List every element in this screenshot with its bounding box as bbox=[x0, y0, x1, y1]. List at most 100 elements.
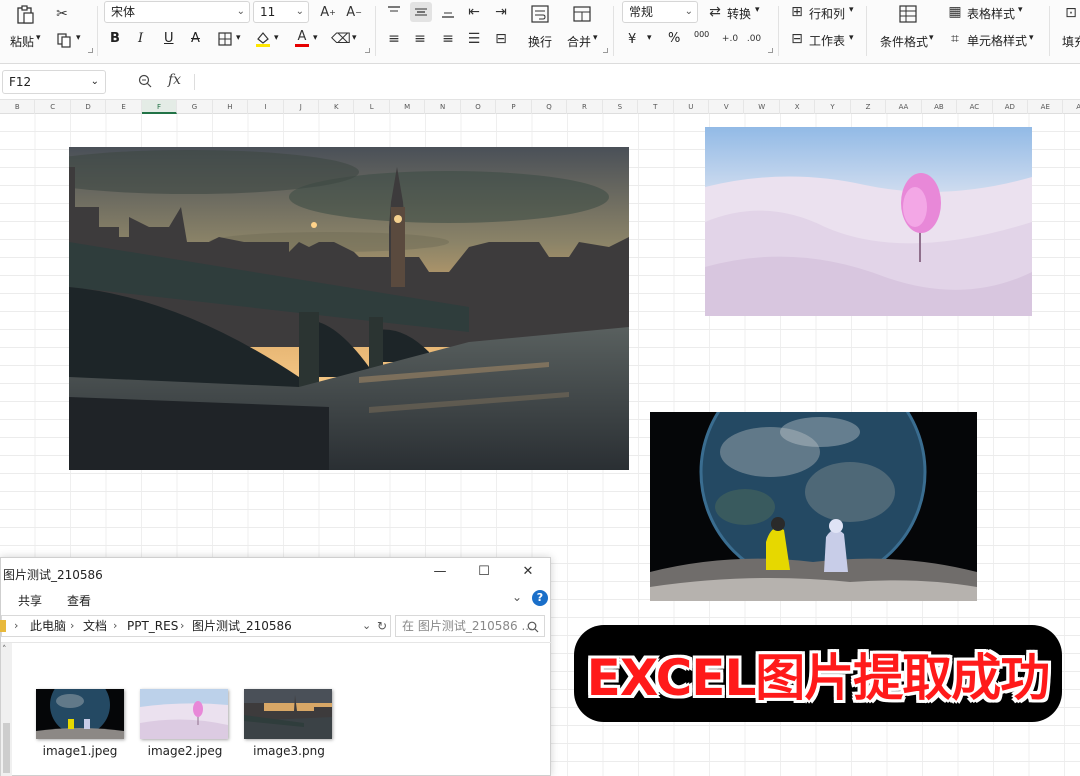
fill-color-dropdown-icon[interactable]: ▾ bbox=[274, 33, 279, 43]
font-name-select[interactable]: 宋体 ⌄ bbox=[104, 1, 250, 23]
merge-dropdown-icon[interactable]: ▾ bbox=[593, 33, 598, 43]
cell-style-dropdown-icon[interactable]: ▾ bbox=[1029, 33, 1034, 43]
column-header-ac[interactable]: AC bbox=[957, 100, 993, 114]
conditional-format-dropdown-icon[interactable]: ▾ bbox=[929, 33, 934, 43]
cell-style-button[interactable]: 单元格样式 bbox=[967, 32, 1027, 49]
column-header-q[interactable]: Q bbox=[532, 100, 568, 114]
paste-button[interactable]: 粘贴 bbox=[10, 33, 34, 50]
breadcrumb-current-folder[interactable]: 图片测试_210586 bbox=[192, 616, 292, 636]
currency-dropdown-icon[interactable]: ▾ bbox=[647, 33, 652, 43]
convert-button[interactable]: 转换 bbox=[727, 5, 751, 22]
column-header-g[interactable]: G bbox=[177, 100, 213, 114]
worksheet-button[interactable]: 工作表 bbox=[809, 32, 845, 49]
scrollbar[interactable]: ˄ bbox=[1, 643, 12, 776]
column-header-k[interactable]: K bbox=[319, 100, 355, 114]
justify-icon[interactable]: ☰ bbox=[464, 30, 484, 48]
column-header-m[interactable]: M bbox=[390, 100, 426, 114]
number-format-select[interactable]: 常规 ⌄ bbox=[622, 1, 698, 23]
column-header-n[interactable]: N bbox=[425, 100, 461, 114]
fx-icon[interactable]: fx bbox=[168, 72, 181, 88]
column-header-l[interactable]: L bbox=[355, 100, 390, 114]
percent-button[interactable]: % bbox=[668, 31, 680, 46]
file-name-image2[interactable]: image2.jpeg bbox=[135, 744, 235, 758]
cell-style-icon[interactable]: ⌗ bbox=[946, 30, 964, 48]
fill-icon[interactable]: ⊡ bbox=[1062, 3, 1080, 23]
column-header-e[interactable]: E bbox=[106, 100, 142, 114]
column-header-b[interactable]: B bbox=[0, 100, 36, 114]
wrap-text-icon[interactable] bbox=[528, 2, 552, 26]
close-button[interactable]: ✕ bbox=[517, 562, 539, 582]
increase-font-icon[interactable]: A + bbox=[318, 3, 338, 21]
table-style-button[interactable]: 表格样式 bbox=[967, 5, 1015, 22]
worksheet-icon[interactable]: ⊟ bbox=[788, 30, 806, 48]
thousands-button[interactable]: 000 bbox=[694, 30, 709, 39]
table-style-icon[interactable]: ▦ bbox=[946, 3, 964, 21]
pink-tree-picture[interactable] bbox=[705, 127, 1032, 316]
column-header-y[interactable]: Y bbox=[815, 100, 851, 114]
align-middle-icon[interactable] bbox=[410, 2, 432, 22]
increase-decimal-icon[interactable]: +.0 bbox=[720, 30, 740, 48]
convert-icon[interactable]: ⇄ bbox=[706, 3, 724, 21]
table-style-dropdown-icon[interactable]: ▾ bbox=[1018, 5, 1023, 15]
clipboard-group-launcher-icon[interactable] bbox=[88, 48, 93, 53]
strikethrough-button[interactable]: A bbox=[191, 31, 200, 46]
column-header-d[interactable]: D bbox=[71, 100, 107, 114]
column-header-j[interactable]: J bbox=[284, 100, 320, 114]
distributed-icon[interactable]: ⊟ bbox=[491, 30, 511, 48]
chevron-down-icon[interactable]: ⌄ bbox=[512, 590, 522, 604]
column-header-h[interactable]: H bbox=[213, 100, 249, 114]
column-header-ad[interactable]: AD bbox=[993, 100, 1029, 114]
eraser-dropdown-icon[interactable]: ▾ bbox=[352, 33, 357, 43]
column-header-p[interactable]: P bbox=[496, 100, 532, 114]
eraser-icon[interactable]: ⌫ bbox=[331, 30, 351, 48]
maximize-button[interactable]: ☐ bbox=[473, 562, 495, 582]
border-icon[interactable] bbox=[216, 30, 234, 48]
scissors-icon[interactable]: ✂ bbox=[52, 4, 72, 24]
align-center-icon[interactable]: ≡ bbox=[410, 30, 430, 48]
column-header-z[interactable]: Z bbox=[851, 100, 887, 114]
copy-dropdown-icon[interactable]: ▾ bbox=[76, 33, 81, 43]
column-header-f[interactable]: F bbox=[141, 100, 178, 114]
font-group-launcher-icon[interactable] bbox=[365, 48, 370, 53]
earth-thumbnail[interactable] bbox=[36, 689, 124, 739]
bold-button[interactable]: B bbox=[110, 31, 120, 46]
rows-cols-button[interactable]: 行和列 bbox=[809, 5, 845, 22]
column-header-r[interactable]: R bbox=[567, 100, 603, 114]
align-left-icon[interactable]: ≡ bbox=[384, 30, 404, 48]
file-explorer-window[interactable]: 图片测试_210586 — ☐ ✕ 共享 查看 ⌄ ? › 此电脑 › 文档 ›… bbox=[0, 557, 552, 776]
fill-button[interactable]: 填充 bbox=[1062, 33, 1080, 50]
chevron-down-icon[interactable]: ⌄ bbox=[91, 71, 99, 93]
font-color-dropdown-icon[interactable]: ▾ bbox=[313, 33, 318, 43]
minimize-button[interactable]: — bbox=[429, 562, 451, 582]
rows-cols-icon[interactable]: ⊞ bbox=[788, 3, 806, 21]
column-header-i[interactable]: I bbox=[248, 100, 284, 114]
alignment-group-launcher-icon[interactable] bbox=[603, 48, 608, 53]
column-header-ab[interactable]: AB bbox=[922, 100, 958, 114]
column-header-aa[interactable]: AA bbox=[886, 100, 922, 114]
rows-cols-dropdown-icon[interactable]: ▾ bbox=[849, 5, 854, 15]
merge-button[interactable]: 合并 bbox=[567, 33, 591, 50]
formula-input[interactable] bbox=[198, 72, 1068, 92]
breadcrumb-ppt-res[interactable]: PPT_RES bbox=[127, 616, 178, 636]
london-picture[interactable] bbox=[69, 147, 629, 470]
increase-indent-icon[interactable]: ⇥ bbox=[491, 3, 511, 21]
address-bar[interactable]: › 此电脑 › 文档 › PPT_RES › 图片测试_210586 ⌄ ↻ bbox=[0, 615, 391, 637]
worksheet-dropdown-icon[interactable]: ▾ bbox=[849, 33, 854, 43]
underline-button[interactable]: U bbox=[164, 31, 174, 46]
convert-dropdown-icon[interactable]: ▾ bbox=[755, 5, 760, 15]
align-top-icon[interactable] bbox=[384, 3, 404, 21]
column-header-c[interactable]: C bbox=[35, 100, 71, 114]
decrease-decimal-icon[interactable]: .00 bbox=[744, 30, 764, 48]
font-color-icon[interactable]: A bbox=[293, 28, 311, 48]
refresh-icon[interactable]: ↻ bbox=[377, 616, 387, 636]
tab-view[interactable]: 查看 bbox=[67, 592, 91, 609]
breadcrumb-documents[interactable]: 文档 bbox=[83, 616, 107, 636]
fill-color-icon[interactable] bbox=[254, 29, 272, 49]
column-header-x[interactable]: X bbox=[780, 100, 816, 114]
column-header-o[interactable]: O bbox=[461, 100, 497, 114]
column-header-w[interactable]: W bbox=[744, 100, 780, 114]
paste-icon[interactable] bbox=[14, 4, 36, 26]
file-name-image1[interactable]: image1.jpeg bbox=[30, 744, 130, 758]
align-bottom-icon[interactable] bbox=[438, 3, 458, 21]
chevron-up-icon[interactable]: ˄ bbox=[2, 645, 7, 655]
